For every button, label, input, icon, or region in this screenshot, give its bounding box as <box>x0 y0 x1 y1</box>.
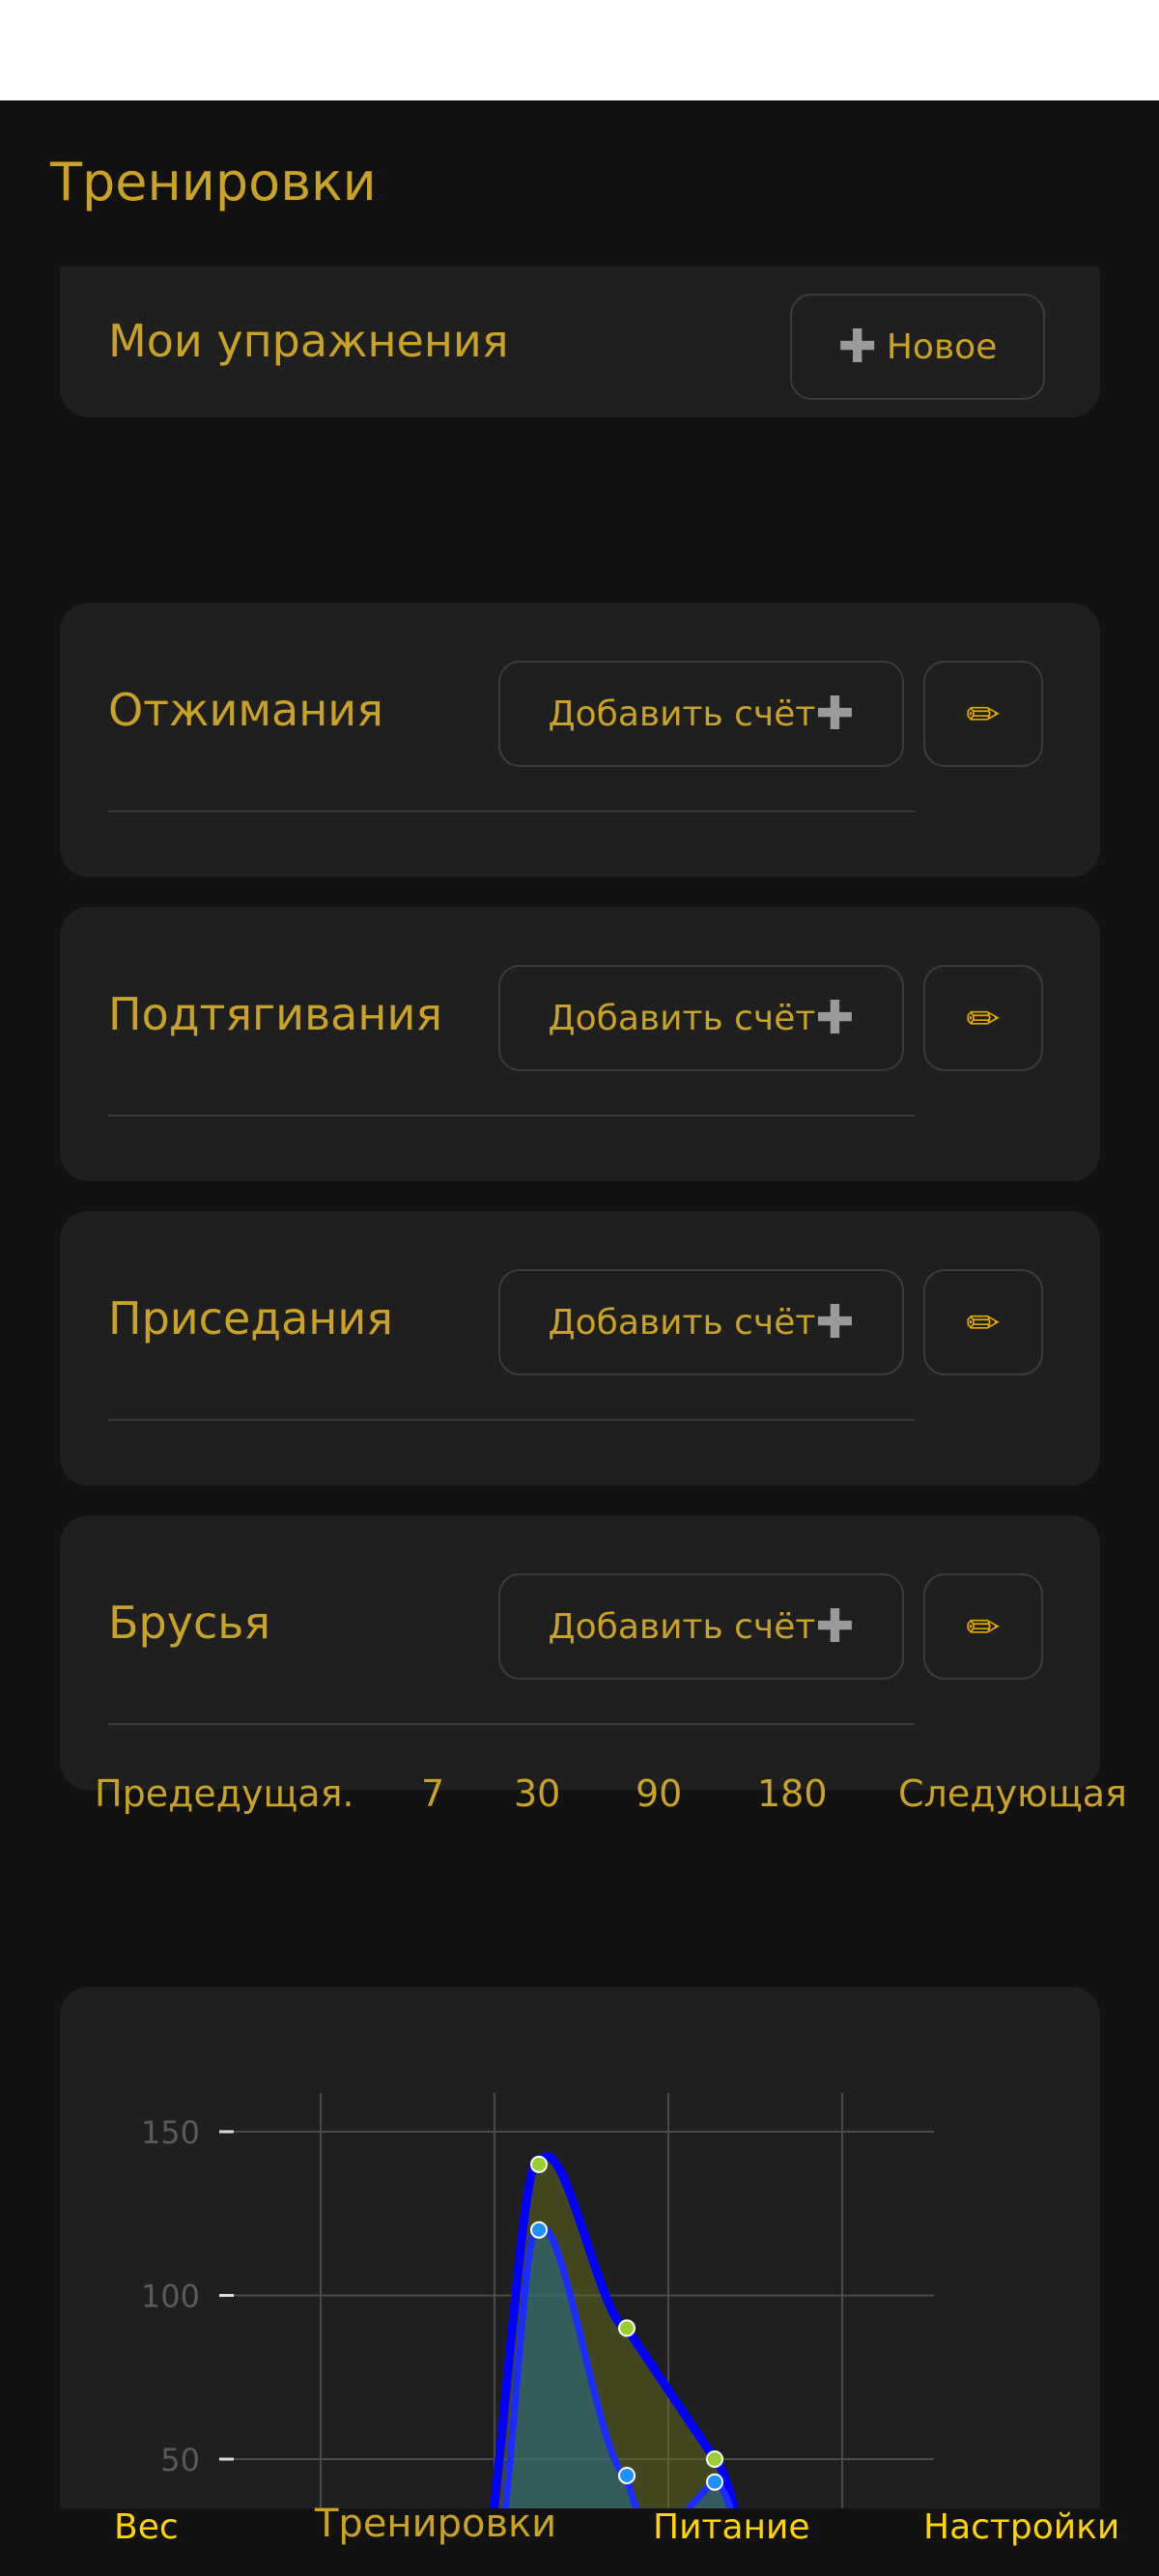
nav-item-nutrition[interactable]: Питание <box>653 2507 810 2547</box>
scroll-area[interactable]: Мои упражнения ✚ Новое Отжимания Добавит… <box>0 267 1159 2508</box>
plus-icon: ✚ <box>815 1295 855 1349</box>
nav-item-weight[interactable]: Вес <box>114 2507 179 2547</box>
plus-icon: ✚ <box>815 687 855 741</box>
add-score-label: Добавить счёт <box>548 1606 816 1647</box>
plus-icon: ✚ <box>815 991 855 1045</box>
my-exercises-card: Мои упражнения ✚ Новое <box>60 267 1100 417</box>
exercise-card: Брусья Добавить счёт ✚ ✏ <box>60 1515 1100 1790</box>
add-score-button[interactable]: Добавить счёт ✚ <box>498 661 904 767</box>
divider <box>108 1115 915 1117</box>
exercise-name: Брусья <box>108 1597 271 1649</box>
next-period-link[interactable]: Следующая <box>898 1775 1127 1812</box>
pencil-icon: ✏ <box>966 1298 1001 1346</box>
pencil-icon: ✏ <box>966 1602 1001 1651</box>
progress-chart-card: 150 100 50 <box>60 1987 1100 2508</box>
nav-item-workouts[interactable]: Тренировки <box>315 2502 556 2546</box>
edit-exercise-button[interactable]: ✏ <box>923 1269 1043 1375</box>
progress-chart: 150 100 50 <box>141 2093 934 2508</box>
app-screen: Тренировки Мои упражнения ✚ Новое Отжима… <box>0 100 1159 2576</box>
add-score-label: Добавить счёт <box>548 1302 816 1343</box>
plus-icon: ✚ <box>815 1599 855 1654</box>
exercise-name: Подтягивания <box>108 988 443 1040</box>
divider <box>108 1419 915 1421</box>
period-option-7[interactable]: 7 <box>421 1775 444 1812</box>
exercise-card: Приседания Добавить счёт ✚ ✏ <box>60 1211 1100 1486</box>
new-exercise-label: Новое <box>886 326 998 367</box>
y-tick-label: 150 <box>141 2114 200 2151</box>
pencil-icon: ✏ <box>966 994 1001 1042</box>
edit-exercise-button[interactable]: ✏ <box>923 965 1043 1071</box>
add-score-label: Добавить счёт <box>548 998 816 1038</box>
add-score-button[interactable]: Добавить счёт ✚ <box>498 965 904 1071</box>
pencil-icon: ✏ <box>966 690 1001 738</box>
data-point <box>530 2221 548 2239</box>
data-point <box>706 2473 723 2491</box>
add-score-button[interactable]: Добавить счёт ✚ <box>498 1269 904 1375</box>
period-option-90[interactable]: 90 <box>636 1775 682 1812</box>
exercise-name: Приседания <box>108 1292 393 1345</box>
exercise-name: Отжимания <box>108 684 383 736</box>
nav-item-settings[interactable]: Настройки <box>923 2507 1119 2547</box>
data-point <box>618 2319 636 2337</box>
exercise-card: Подтягивания Добавить счёт ✚ ✏ <box>60 907 1100 1181</box>
divider <box>108 1723 915 1725</box>
y-tick-label: 50 <box>160 2442 200 2478</box>
edit-exercise-button[interactable]: ✏ <box>923 1573 1043 1680</box>
add-score-button[interactable]: Добавить счёт ✚ <box>498 1573 904 1680</box>
period-option-30[interactable]: 30 <box>514 1775 560 1812</box>
my-exercises-title: Мои упражнения <box>108 315 509 367</box>
data-point <box>706 2450 723 2468</box>
data-point <box>530 2155 548 2173</box>
exercise-card: Отжимания Добавить счёт ✚ ✏ <box>60 603 1100 877</box>
edit-exercise-button[interactable]: ✏ <box>923 661 1043 767</box>
previous-period-link[interactable]: Предедущая. <box>95 1775 354 1812</box>
y-tick-label: 100 <box>141 2279 200 2315</box>
plus-icon: ✚ <box>837 320 877 374</box>
period-option-180[interactable]: 180 <box>757 1775 828 1812</box>
page-title: Тренировки <box>50 152 377 212</box>
add-score-label: Добавить счёт <box>548 694 816 734</box>
data-point <box>618 2466 636 2484</box>
divider <box>108 810 915 812</box>
new-exercise-button[interactable]: ✚ Новое <box>790 294 1045 400</box>
